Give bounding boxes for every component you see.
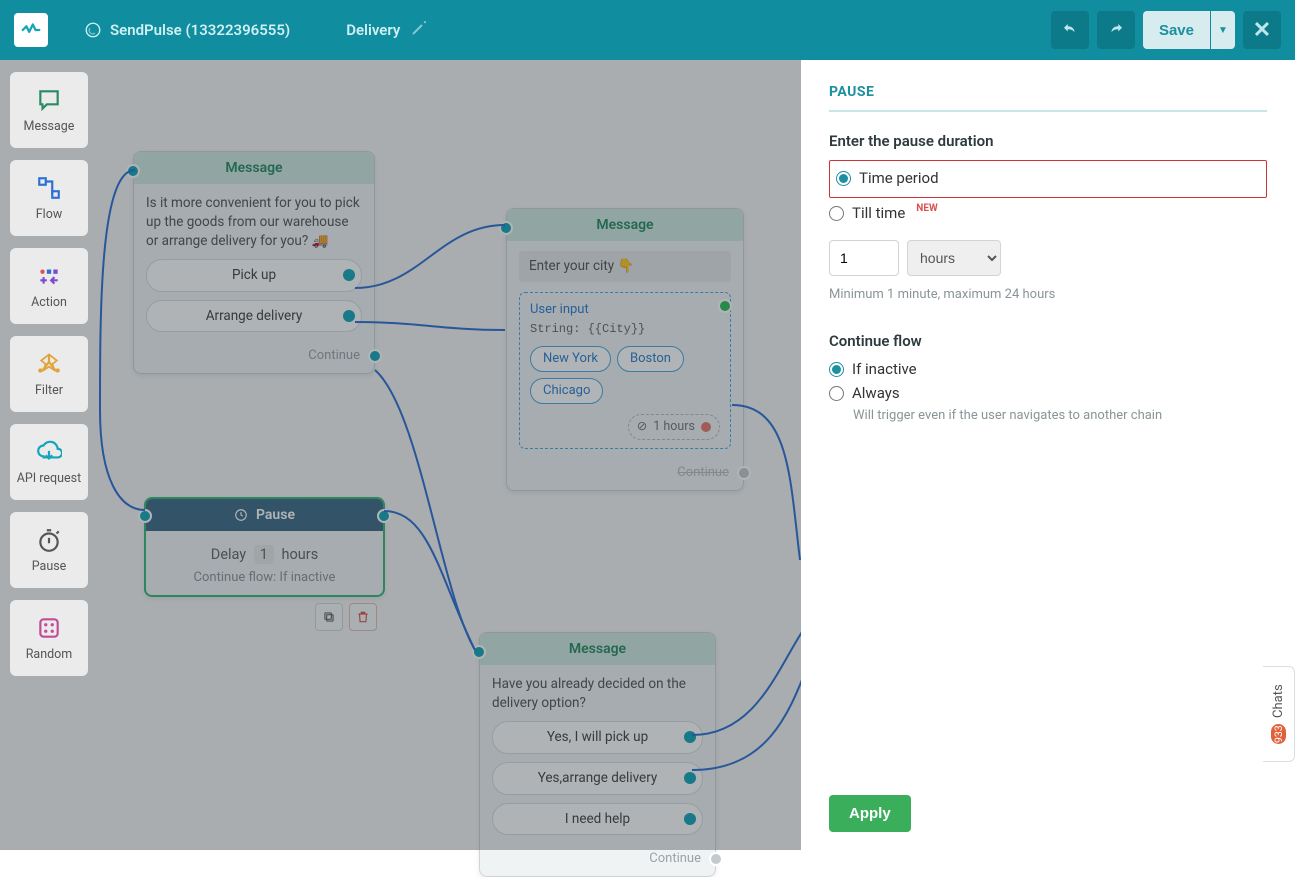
duration-hint: Minimum 1 minute, maximum 24 hours xyxy=(829,286,1267,304)
pause-icon xyxy=(36,527,62,553)
undo-icon xyxy=(1061,21,1079,39)
sidebar-item-random[interactable]: Random xyxy=(10,600,88,676)
radio-time-period[interactable]: Time period xyxy=(836,169,1260,187)
chats-tab[interactable]: 933 Chats xyxy=(1263,666,1295,762)
apply-button[interactable]: Apply xyxy=(829,795,911,832)
flow-icon xyxy=(36,175,62,201)
whatsapp-icon xyxy=(84,21,102,39)
pause-settings-panel: PAUSE Enter the pause duration Time peri… xyxy=(801,60,1295,850)
api-icon xyxy=(36,439,62,465)
undo-button[interactable] xyxy=(1051,11,1089,49)
new-badge: NEW xyxy=(916,203,937,214)
edit-icon[interactable] xyxy=(410,19,436,41)
save-dropdown[interactable]: ▼ xyxy=(1211,11,1235,49)
chats-count: 933 xyxy=(1271,724,1286,744)
sidebar-item-pause[interactable]: Pause xyxy=(10,512,88,588)
sidebar-item-message[interactable]: Message xyxy=(10,72,88,148)
radio-always-input[interactable] xyxy=(829,386,844,401)
random-icon xyxy=(36,615,62,641)
sidebar-item-flow[interactable]: Flow xyxy=(10,160,88,236)
redo-button[interactable] xyxy=(1097,11,1135,49)
always-hint: Will trigger even if the user navigates … xyxy=(853,408,1267,423)
radio-if-inactive[interactable]: If inactive xyxy=(829,360,1267,378)
node-port-out[interactable] xyxy=(709,852,723,866)
panel-title: PAUSE xyxy=(829,84,1267,112)
radio-till-time[interactable]: Till time NEW xyxy=(829,204,1267,222)
breadcrumb-flow[interactable]: Delivery xyxy=(330,19,452,41)
radio-always[interactable]: Always xyxy=(829,384,1267,402)
account-label: SendPulse (13322396555) xyxy=(110,21,290,39)
radio-time-period-input[interactable] xyxy=(836,171,851,186)
continue-flow-label: Continue flow xyxy=(829,332,1267,350)
sidebar-item-api-request[interactable]: API request xyxy=(10,424,88,500)
app-logo[interactable] xyxy=(14,13,48,47)
node-continue: Continue xyxy=(480,845,715,876)
duration-value-input[interactable] xyxy=(829,240,899,276)
redo-icon xyxy=(1107,21,1125,39)
duration-unit-select[interactable]: hours xyxy=(907,240,1001,276)
action-icon xyxy=(36,263,62,289)
save-button[interactable]: Save xyxy=(1143,11,1210,49)
radio-till-time-input[interactable] xyxy=(829,206,844,221)
sidebar-item-action[interactable]: Action xyxy=(10,248,88,324)
message-icon xyxy=(36,87,62,113)
radio-if-inactive-input[interactable] xyxy=(829,362,844,377)
flow-name: Delivery xyxy=(346,21,400,39)
sidebar-item-filter[interactable]: Filter xyxy=(10,336,88,412)
chats-label: Chats xyxy=(1271,684,1286,718)
close-button[interactable]: ✕ xyxy=(1243,11,1281,49)
filter-icon xyxy=(36,351,62,377)
breadcrumb-account[interactable]: SendPulse (13322396555) xyxy=(68,21,306,39)
duration-label: Enter the pause duration xyxy=(829,132,1267,150)
